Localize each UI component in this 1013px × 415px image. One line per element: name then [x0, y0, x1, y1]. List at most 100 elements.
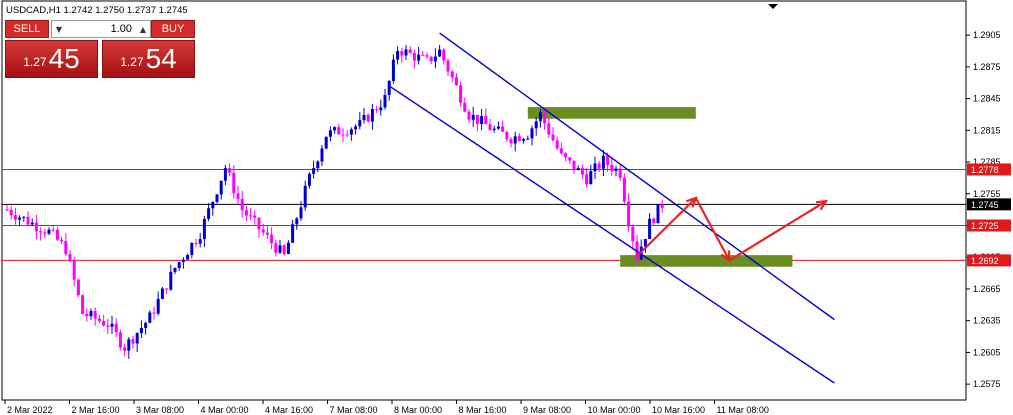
candle-body: [160, 288, 164, 299]
candle-body: [568, 157, 572, 161]
candle-body: [76, 279, 80, 296]
candle-body: [39, 231, 43, 233]
candle-body: [412, 52, 416, 61]
buy-price-box[interactable]: 1.27 54: [102, 40, 195, 78]
candle-body: [362, 114, 366, 121]
candle-body: [148, 312, 152, 323]
candle-body: [526, 138, 530, 140]
buy-price-pips: 54: [145, 43, 177, 74]
y-tick-label: 1.2905: [973, 30, 1001, 40]
candle-body: [341, 134, 345, 136]
price-level-label: 1.2778: [971, 165, 999, 175]
sell-price-pips: 45: [48, 43, 80, 74]
y-tick-label: 1.2575: [973, 379, 1001, 389]
candle-body: [72, 260, 76, 280]
price-level-label: 1.2692: [971, 256, 999, 266]
candle-body: [299, 207, 303, 219]
candle-body: [354, 126, 358, 130]
y-tick-label: 1.2845: [973, 94, 1001, 104]
sell-price-box[interactable]: 1.27 45: [5, 40, 98, 78]
x-tick-label: 2 Mar 2022: [7, 405, 53, 415]
x-tick-label: 4 Mar 00:00: [201, 405, 249, 415]
lot-size-input[interactable]: 1.00: [66, 23, 136, 35]
x-tick-label: 3 Mar 08:00: [136, 405, 184, 415]
candle-body: [307, 173, 311, 186]
candle-body: [244, 210, 248, 216]
one-click-trading-panel: SELL ▼ 1.00 ▲ BUY 1.27 45 1.27 54: [5, 20, 195, 78]
candle-body: [198, 239, 202, 244]
candle-body: [622, 177, 626, 202]
candle-body: [400, 50, 404, 56]
candle-body: [585, 174, 589, 185]
candle-body: [648, 218, 652, 239]
candle-body: [429, 56, 433, 62]
candle-body: [253, 215, 257, 218]
forecast-arrow-segment: [636, 197, 697, 257]
candle-body: [274, 243, 278, 253]
candle-body: [110, 323, 114, 327]
lot-size-stepper[interactable]: ▼ 1.00 ▲: [51, 20, 151, 38]
y-tick-label: 1.2635: [973, 316, 1001, 326]
increase-lot-icon[interactable]: ▲: [136, 25, 150, 34]
candle-body: [383, 94, 387, 108]
x-tick-label: 7 Mar 08:00: [330, 405, 378, 415]
candle-body: [375, 108, 379, 111]
x-tick-label: 11 Mar 08:00: [717, 405, 769, 415]
candle-body: [509, 139, 513, 144]
candle-body: [118, 332, 122, 348]
candle-body: [627, 201, 631, 227]
candle-body: [316, 161, 320, 169]
candle-body: [312, 168, 316, 174]
candle-body: [169, 271, 173, 290]
candle-body: [144, 322, 148, 328]
candle-body: [102, 320, 106, 326]
candle-body: [480, 116, 484, 124]
candle-body: [425, 55, 429, 57]
candle-body: [442, 49, 446, 61]
candle-body: [291, 224, 295, 243]
channel-line: [388, 85, 835, 384]
candle-body: [93, 311, 97, 319]
candle-body: [534, 121, 538, 129]
candle-body: [186, 254, 190, 260]
candle-body: [257, 217, 261, 230]
candle-body: [152, 312, 156, 314]
y-tick-label: 1.2605: [973, 347, 1001, 357]
candle-body: [467, 111, 471, 120]
candle-body: [597, 163, 601, 169]
candle-body: [559, 148, 563, 154]
candle-body: [580, 168, 584, 175]
candle-body: [471, 114, 475, 120]
candle-body: [358, 120, 362, 127]
candle-body: [194, 242, 198, 244]
candle-body: [601, 155, 605, 169]
shift-marker-icon: [768, 4, 778, 9]
candle-body: [379, 107, 383, 111]
x-tick-label: 8 Mar 16:00: [459, 405, 507, 415]
candle-body: [207, 208, 211, 219]
candle-body: [47, 229, 51, 234]
candle-body: [522, 139, 526, 141]
candle-body: [211, 201, 215, 209]
buy-button[interactable]: BUY: [151, 20, 195, 38]
x-tick-label: 9 Mar 08:00: [523, 405, 571, 415]
forecast-arrow-segment: [694, 197, 731, 261]
sell-button[interactable]: SELL: [5, 20, 49, 38]
candle-body: [517, 136, 521, 141]
candle-body: [564, 153, 568, 158]
forecast-arrow-segment: [728, 200, 827, 262]
y-tick-label: 1.2665: [973, 284, 1001, 294]
x-tick-label: 10 Mar 16:00: [652, 405, 705, 415]
candle-body: [421, 54, 425, 56]
candle-body: [156, 298, 160, 314]
candle-body: [303, 185, 307, 208]
candle-body: [337, 127, 341, 135]
candle-body: [530, 128, 534, 139]
candle-body: [496, 126, 500, 129]
candle-body: [433, 56, 437, 62]
decrease-lot-icon[interactable]: ▼: [52, 25, 66, 34]
candle-body: [404, 49, 408, 56]
candle-body: [261, 229, 265, 233]
candle-body: [55, 229, 59, 240]
candle-body: [572, 160, 576, 171]
